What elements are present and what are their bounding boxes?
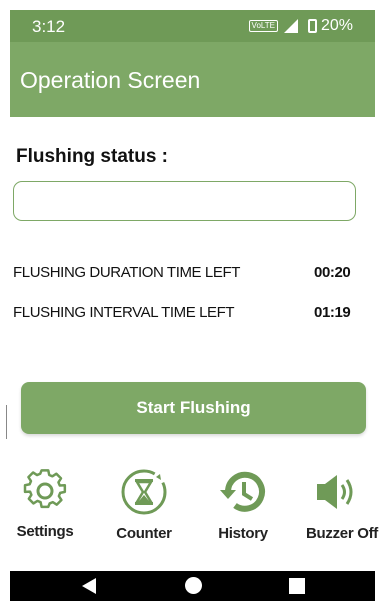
nav-settings[interactable]: Settings — [11, 467, 79, 540]
interval-value: 01:19 — [314, 304, 351, 321]
duration-value: 00:20 — [314, 264, 351, 281]
status-time: 3:12 — [32, 17, 66, 36]
speaker-icon — [317, 475, 353, 509]
screen: 3:12 VoLTE 20% Operation Screen Flushing… — [0, 0, 384, 601]
back-icon[interactable] — [82, 578, 96, 594]
battery-percent: 20% — [320, 17, 353, 34]
flushing-status-label: Flushing status : — [16, 146, 168, 167]
page-title: Operation Screen — [20, 67, 201, 93]
hourglass-icon — [121, 469, 167, 515]
duration-label: FLUSHING DURATION TIME LEFT — [13, 264, 240, 281]
volte-badge: VoLTE — [248, 20, 278, 32]
nav-counter-label: Counter — [116, 525, 172, 542]
battery-icon — [307, 19, 317, 33]
interval-label: FLUSHING INTERVAL TIME LEFT — [13, 304, 235, 321]
start-flushing-button[interactable]: Start Flushing — [21, 382, 366, 434]
nav-buzzer-label: Buzzer Off — [305, 525, 378, 542]
system-nav-bar — [10, 571, 375, 601]
gear-icon — [23, 469, 67, 509]
nav-buzzer[interactable]: Buzzer Off — [297, 467, 384, 542]
status-bar: 3:12 VoLTE 20% — [10, 10, 375, 42]
signal-icon — [283, 19, 298, 33]
home-icon[interactable] — [185, 577, 202, 594]
edge-marker — [6, 405, 7, 439]
flushing-status-field[interactable] — [13, 181, 356, 221]
nav-settings-label: Settings — [16, 523, 74, 540]
nav-history-label: History — [218, 525, 268, 542]
history-icon — [220, 471, 265, 512]
nav-history[interactable]: History — [210, 467, 276, 542]
recent-apps-icon[interactable] — [289, 578, 305, 594]
app-bar: Operation Screen — [10, 42, 375, 117]
status-indicators: VoLTE 20% — [248, 17, 353, 35]
nav-counter[interactable]: Counter — [108, 467, 180, 542]
